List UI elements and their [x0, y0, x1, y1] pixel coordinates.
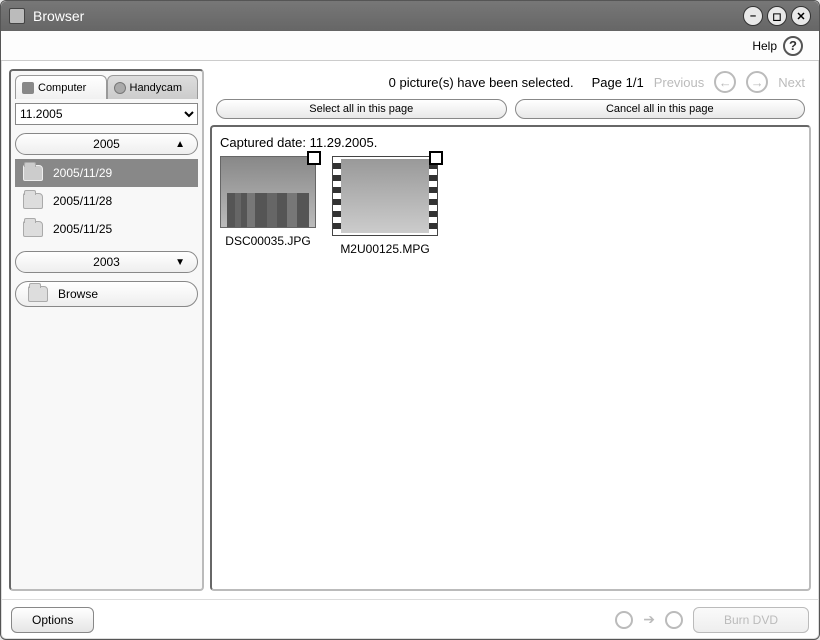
browse-button[interactable]: Browse	[15, 281, 198, 307]
month-select[interactable]: 11.2005	[15, 103, 198, 125]
previous-button[interactable]: ←	[714, 71, 736, 93]
date-label: 2005/11/25	[53, 222, 112, 236]
options-button[interactable]: Options	[11, 607, 94, 633]
collapse-up-icon: ▲	[175, 139, 185, 150]
select-all-button[interactable]: Select all in this page	[216, 99, 507, 119]
selection-status: 0 picture(s) have been selected.	[389, 75, 574, 90]
filmstrip-icon	[333, 157, 341, 235]
dvd-disc-icon	[665, 611, 683, 629]
select-all-label: Select all in this page	[309, 103, 413, 115]
previous-label: Previous	[654, 75, 705, 90]
date-list: 2005/11/29 2005/11/28 2005/11/25	[15, 159, 198, 243]
body: Computer Handycam 11.2005 2005 ▲	[1, 61, 819, 599]
folder-icon	[23, 165, 43, 181]
tab-label: Handycam	[130, 82, 183, 94]
sidebar: Computer Handycam 11.2005 2005 ▲	[9, 69, 204, 591]
page-indicator: Page 1/1	[592, 75, 644, 90]
app-icon	[9, 8, 25, 24]
next-button[interactable]: →	[746, 71, 768, 93]
tab-computer[interactable]: Computer	[15, 75, 107, 99]
burn-label: Burn DVD	[724, 613, 778, 627]
thumbnail-item[interactable]: DSC00035.JPG	[220, 156, 316, 248]
selection-checkbox[interactable]	[429, 151, 443, 165]
date-item[interactable]: 2005/11/29	[15, 159, 198, 187]
expand-down-icon: ▼	[175, 257, 185, 268]
image-content	[227, 193, 309, 227]
cancel-all-label: Cancel all in this page	[606, 103, 714, 115]
thumbnail-area: Captured date: 11.29.2005. DSC00035.JPG	[210, 125, 811, 591]
image-thumbnail	[220, 156, 316, 228]
folder-icon	[28, 286, 48, 302]
month-select-row: 11.2005	[15, 103, 198, 125]
year-label: 2003	[93, 255, 120, 269]
burn-group: ➔ Burn DVD	[615, 607, 809, 633]
disc-icon	[114, 82, 126, 94]
year-label: 2005	[93, 137, 120, 151]
video-thumbnail	[332, 156, 438, 236]
selection-buttons: Select all in this page Cancel all in th…	[210, 95, 811, 123]
thumbnail-item[interactable]: M2U00125.MPG	[332, 156, 438, 256]
year-2003-toggle[interactable]: 2003 ▼	[15, 251, 198, 273]
tab-handycam[interactable]: Handycam	[107, 75, 199, 99]
dvd-disc-icon	[615, 611, 633, 629]
status-row: 0 picture(s) have been selected. Page 1/…	[210, 69, 811, 95]
filename: M2U00125.MPG	[340, 242, 429, 256]
options-label: Options	[32, 613, 73, 627]
minimize-button[interactable]: –	[743, 6, 763, 26]
thumbnail-list: DSC00035.JPG M2U00125.MPG	[220, 156, 801, 256]
main-panel: 0 picture(s) have been selected. Page 1/…	[210, 69, 811, 591]
date-label: 2005/11/28	[53, 194, 112, 208]
folder-icon	[23, 193, 43, 209]
browse-label: Browse	[58, 287, 98, 301]
close-button[interactable]: ✕	[791, 6, 811, 26]
folder-icon	[23, 221, 43, 237]
help-icon[interactable]: ?	[783, 36, 803, 56]
title-bar: Browser – ◻ ✕	[1, 1, 819, 31]
date-item[interactable]: 2005/11/28	[15, 187, 198, 215]
window-title: Browser	[33, 8, 739, 24]
video-content	[341, 159, 429, 233]
next-label: Next	[778, 75, 805, 90]
year-2005-toggle[interactable]: 2005 ▲	[15, 133, 198, 155]
arrow-right-icon: ➔	[643, 611, 655, 628]
captured-date: Captured date: 11.29.2005.	[220, 135, 801, 150]
burn-dvd-button[interactable]: Burn DVD	[693, 607, 809, 633]
help-bar: Help ?	[1, 31, 819, 61]
tab-label: Computer	[38, 82, 86, 94]
application-window: Browser – ◻ ✕ Help ? Computer Handycam 1…	[0, 0, 820, 640]
maximize-button[interactable]: ◻	[767, 6, 787, 26]
filmstrip-icon	[429, 157, 437, 235]
filename: DSC00035.JPG	[225, 234, 310, 248]
help-label[interactable]: Help	[752, 39, 777, 53]
date-label: 2005/11/29	[53, 166, 112, 180]
source-tabs: Computer Handycam	[15, 75, 198, 99]
date-item[interactable]: 2005/11/25	[15, 215, 198, 243]
footer: Options ➔ Burn DVD	[1, 599, 819, 639]
selection-checkbox[interactable]	[307, 151, 321, 165]
cancel-all-button[interactable]: Cancel all in this page	[515, 99, 806, 119]
computer-icon	[22, 82, 34, 94]
